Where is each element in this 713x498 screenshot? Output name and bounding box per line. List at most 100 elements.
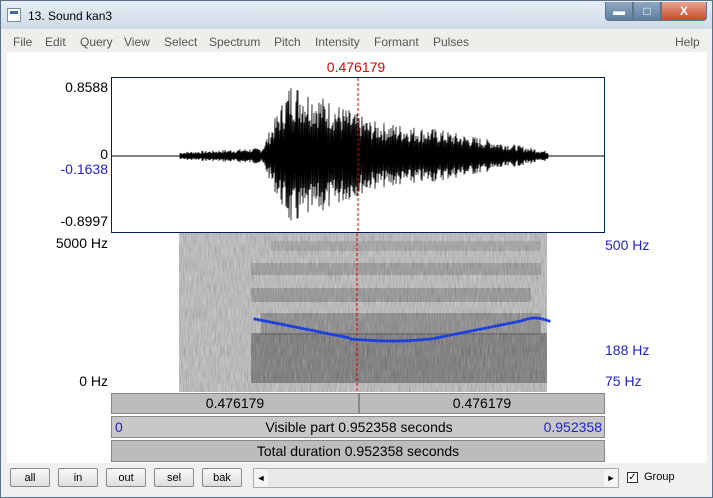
pitch-point (505, 322, 509, 326)
menu-file[interactable]: File (13, 35, 32, 49)
pitch-point (289, 324, 293, 328)
pitch-value-label: 188 Hz (605, 342, 650, 358)
pitch-point (301, 327, 305, 331)
pitch-point (442, 334, 446, 338)
minimize-button[interactable]: ▬ (605, 2, 633, 21)
pitch-point (445, 334, 449, 338)
pitch-point (403, 339, 407, 343)
pitch-point (361, 338, 365, 342)
pitch-point (478, 327, 482, 331)
menu-select[interactable]: Select (164, 35, 197, 49)
pitch-point (298, 326, 302, 330)
pitch-point (415, 338, 419, 342)
menu-spectrum[interactable]: Spectrum (209, 35, 260, 49)
pitch-point (349, 337, 353, 341)
pitch-point (256, 318, 260, 322)
pitch-point (541, 317, 545, 321)
pitch-point (409, 338, 413, 343)
pitch-point (493, 324, 497, 328)
pitch-point (352, 337, 356, 341)
pitch-point (391, 339, 395, 343)
visible-part-bar[interactable]: 0 Visible part 0.952358 seconds 0.952358 (111, 416, 605, 438)
pitch-point (490, 325, 494, 329)
pitch-point (268, 320, 272, 324)
spectrogram-top-freq-label: 5000 Hz (55, 235, 108, 251)
pitch-point (376, 339, 380, 343)
horizontal-scrollbar[interactable]: ◄ ► (253, 468, 619, 488)
pitch-point (331, 333, 335, 337)
group-label: Group (644, 471, 675, 483)
pitch-point (484, 326, 488, 330)
visible-end-label: 0.952358 (543, 419, 602, 435)
pitch-point (325, 331, 329, 335)
pitch-point (394, 339, 398, 343)
menu-pitch[interactable]: Pitch (274, 35, 301, 49)
pitch-point (346, 336, 350, 340)
pitch-point (382, 339, 386, 343)
maximize-button[interactable]: □ (633, 2, 661, 21)
zoom-all-button[interactable]: all (10, 468, 50, 487)
wave-cursor-value-label: -0.1638 (60, 161, 108, 177)
pitch-point (388, 339, 392, 343)
pitch-point (424, 337, 428, 341)
pitch-point (433, 336, 437, 340)
close-button[interactable]: X (661, 2, 707, 21)
pitch-point (487, 325, 491, 329)
pitch-point (280, 322, 284, 326)
pitch-point (385, 339, 389, 343)
pitch-point (265, 319, 269, 323)
pitch-point (418, 338, 422, 342)
pitch-point (523, 318, 527, 322)
scroll-right-icon[interactable]: ► (604, 469, 618, 487)
pitch-point (340, 334, 344, 338)
zoom-out-button[interactable]: out (106, 468, 146, 487)
pitch-top-label: 500 Hz (605, 237, 650, 253)
pitch-point (373, 339, 377, 343)
pitch-point (337, 334, 341, 338)
bottom-toolbar: all in out sel bak ◄ ► ✓ Group (7, 463, 707, 497)
app-icon (7, 8, 21, 22)
spectrogram-panel[interactable] (111, 233, 605, 392)
menu-help[interactable]: Help (675, 35, 700, 49)
editor-area: 0.476179 0.8588 0 -0.1638 -0.8997 5000 H… (7, 52, 707, 463)
praat-sound-window: 13. Sound kan3 ▬ □ X File Edit Query Vie… (0, 0, 713, 498)
group-checkbox[interactable]: ✓ (627, 472, 638, 483)
pitch-point (358, 338, 362, 342)
scroll-left-icon[interactable]: ◄ (254, 469, 268, 487)
spectrogram-bottom-freq-label: 0 Hz (79, 373, 108, 389)
pitch-point (472, 328, 476, 332)
pitch-point (283, 323, 287, 327)
pitch-point (310, 328, 314, 332)
pitch-point (406, 338, 410, 343)
menu-query[interactable]: Query (80, 35, 113, 49)
pitch-point (355, 337, 359, 342)
menu-edit[interactable]: Edit (45, 35, 66, 49)
pitch-point (343, 335, 347, 339)
zoom-in-button[interactable]: in (58, 468, 98, 487)
cursor-time-label: 0.476179 (326, 59, 386, 75)
pitch-point (457, 331, 461, 335)
pitch-point (286, 324, 290, 328)
menu-pulses[interactable]: Pulses (433, 35, 469, 49)
zoom-back-button[interactable]: bak (202, 468, 242, 487)
menu-intensity[interactable]: Intensity (315, 35, 360, 49)
zoom-selection-button[interactable]: sel (154, 468, 194, 487)
pitch-point (334, 333, 338, 337)
pitch-point (517, 319, 521, 323)
menu-view[interactable]: View (124, 35, 150, 49)
pitch-point (295, 325, 299, 329)
pitch-point (307, 328, 311, 332)
pitch-point (469, 329, 473, 333)
waveform-panel[interactable] (111, 77, 605, 233)
pitch-point (397, 339, 401, 343)
pitch-point (514, 320, 518, 324)
pitch-point (460, 331, 464, 335)
pitch-point (421, 338, 425, 342)
visible-part-text: Visible part 0.952358 seconds (265, 419, 453, 435)
selection-left-bar[interactable]: 0.476179 (111, 393, 359, 414)
pitch-point (466, 330, 470, 334)
menu-formant[interactable]: Formant (374, 35, 419, 49)
total-duration-bar[interactable]: Total duration 0.952358 seconds (111, 440, 605, 462)
selection-right-bar[interactable]: 0.476179 (359, 393, 605, 414)
pitch-point (304, 327, 308, 331)
